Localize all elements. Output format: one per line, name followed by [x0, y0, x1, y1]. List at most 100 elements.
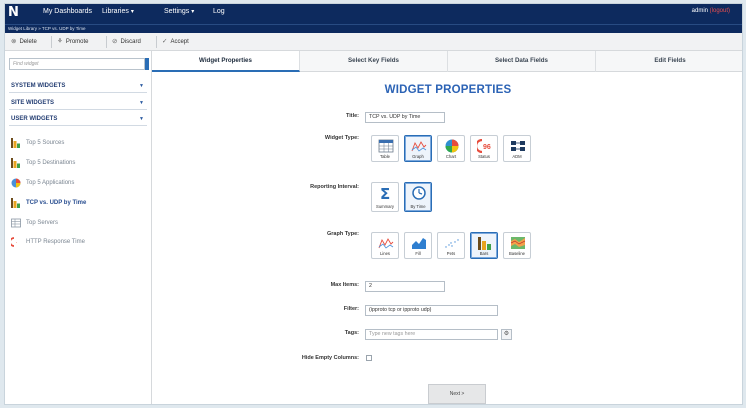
status-number: 96 [483, 144, 491, 151]
divider [106, 36, 107, 48]
line-graph-icon [378, 238, 394, 249]
option-label: Status [478, 154, 490, 159]
discard-label: Discard [120, 39, 141, 45]
chevron-down-icon: ▼ [139, 83, 144, 89]
app-window: N My Dashboards Libraries ▾ Settings ▾ Log… [4, 3, 743, 405]
widget-search-input[interactable]: Find widget [9, 58, 145, 70]
svg-text:Σ: Σ [380, 186, 390, 200]
widget-properties-form: WIDGET PROPERTIES Title: TCP vs. UDP by … [152, 72, 742, 404]
divider [51, 36, 52, 48]
graph-type-baseline-option[interactable]: Baseline [503, 232, 531, 259]
status-gauge-icon: 96 [477, 139, 491, 153]
section-user-widgets[interactable]: USER WIDGETS ▼ [9, 114, 147, 126]
user-menu[interactable]: admin (logout) [692, 8, 730, 14]
logout-link[interactable]: (logout) [710, 8, 730, 14]
option-label: Chart [445, 154, 457, 159]
wizard-tabs: Widget Properties Select Key Fields Sele… [152, 51, 742, 72]
tab-select-key-fields[interactable]: Select Key Fields [300, 51, 448, 72]
sigma-icon: Σ [380, 186, 390, 200]
sidebar-item-label: Top 5 Destinations [26, 160, 76, 166]
promote-label: Promote [65, 39, 89, 45]
baseline-chart-icon [510, 237, 526, 249]
pie-chart-icon [445, 139, 459, 153]
delete-icon: ⊗ [11, 38, 17, 45]
accept-button[interactable]: ✓ Accept [162, 37, 189, 45]
next-button[interactable]: Next > [428, 384, 486, 404]
hide-empty-columns-checkbox[interactable] [366, 355, 372, 361]
graph-type-pets-option[interactable]: Pets [437, 232, 465, 259]
reporting-by-time-option[interactable]: By Time [404, 182, 432, 212]
option-label: Graph [412, 154, 424, 159]
divider [156, 36, 157, 48]
page-title: WIDGET PROPERTIES [384, 84, 512, 96]
tags-input[interactable]: Type new tags here [365, 329, 498, 340]
top-nav-bar: N My Dashboards Libraries ▾ Settings ▾ Log… [5, 4, 742, 24]
table-icon [11, 218, 21, 228]
option-label: ADM [512, 154, 522, 159]
promote-button[interactable]: ⚘ Promote [57, 37, 89, 45]
app-logo[interactable]: N [8, 5, 22, 20]
nav-log[interactable]: Log [213, 8, 225, 15]
add-tag-button[interactable]: ⚙ [501, 329, 512, 340]
widget-type-status-option[interactable]: 96 Status [470, 135, 498, 162]
tab-select-data-fields[interactable]: Select Data Fields [448, 51, 596, 72]
widget-type-graph-option[interactable]: Graph [404, 135, 432, 162]
nav-libraries[interactable]: Libraries ▾ [102, 8, 134, 15]
filter-input[interactable]: (ipproto tcp or ipproto udp) [365, 305, 498, 316]
scatter-icon [445, 239, 459, 248]
title-label: Title: [345, 113, 359, 119]
checkmark-icon: ✓ [162, 38, 168, 45]
option-label: Pets [446, 251, 456, 256]
hide-empty-columns-label: Hide Empty Columns: [301, 355, 359, 361]
nav-label: Log [213, 8, 225, 15]
widget-type-chart-option[interactable]: Chart [437, 135, 465, 162]
promote-icon: ⚘ [57, 38, 63, 45]
svg-text:·: · [16, 240, 18, 246]
widget-type-adm-option[interactable]: ADM [503, 135, 531, 162]
section-label: USER WIDGETS [11, 116, 58, 122]
section-site-widgets[interactable]: SITE WIDGETS ▼ [9, 98, 147, 110]
nav-settings[interactable]: Settings ▾ [164, 8, 194, 15]
tags-label: Tags: [344, 330, 359, 336]
table-icon [378, 139, 394, 153]
network-map-icon [511, 141, 525, 151]
option-label: Baseline [508, 251, 526, 256]
tab-edit-fields[interactable]: Edit Fields [596, 51, 742, 72]
reporting-summary-option[interactable]: Σ Summary [371, 182, 399, 212]
graph-type-lines-option[interactable]: Lines [371, 232, 399, 259]
delete-button[interactable]: ⊗ Delete [11, 37, 37, 45]
pie-chart-icon [11, 178, 21, 188]
nav-my-dashboards[interactable]: My Dashboards [43, 8, 92, 15]
section-system-widgets[interactable]: SYSTEM WIDGETS ▼ [9, 81, 147, 93]
graph-type-fill-option[interactable]: Fill [404, 232, 432, 259]
option-label: Bars [479, 251, 489, 256]
discard-icon: ⊘ [112, 38, 118, 45]
title-input[interactable]: TCP vs. UDP by Time [365, 112, 445, 123]
sidebar-item-label: Top Servers [26, 220, 59, 226]
sidebar-collapse-handle[interactable] [145, 58, 149, 70]
max-items-input[interactable]: 2 [365, 281, 445, 292]
graph-type-bars-option[interactable]: Bars [470, 232, 498, 259]
chevron-down-icon: ▾ [191, 9, 195, 15]
reporting-interval-label: Reporting Interval: [310, 184, 359, 190]
section-label: SITE WIDGETS [11, 100, 55, 106]
widget-type-table-option[interactable]: Table [371, 135, 399, 162]
action-toolbar: ⊗ Delete ⚘ Promote ⊘ Discard ✓ Accept [5, 33, 742, 51]
line-graph-icon [411, 141, 427, 152]
bar-chart-icon [11, 158, 20, 168]
tab-widget-properties[interactable]: Widget Properties [152, 51, 300, 72]
filter-label: Filter: [343, 306, 359, 312]
option-label: Fill [415, 251, 421, 256]
discard-button[interactable]: ⊘ Discard [112, 37, 141, 45]
accept-label: Accept [170, 39, 189, 45]
option-label: Table [379, 154, 390, 159]
chevron-down-icon: ▾ [130, 9, 134, 15]
delete-label: Delete [19, 39, 37, 45]
gear-icon: ⚙ [503, 331, 510, 337]
bar-chart-icon [11, 198, 20, 208]
max-items-label: Max Items: [330, 282, 359, 288]
sidebar-item-label: Top 5 Sources [26, 140, 65, 146]
sidebar-item-label: HTTP Response Time [26, 239, 85, 245]
option-label: By Time [410, 204, 426, 209]
section-label: SYSTEM WIDGETS [11, 83, 66, 89]
